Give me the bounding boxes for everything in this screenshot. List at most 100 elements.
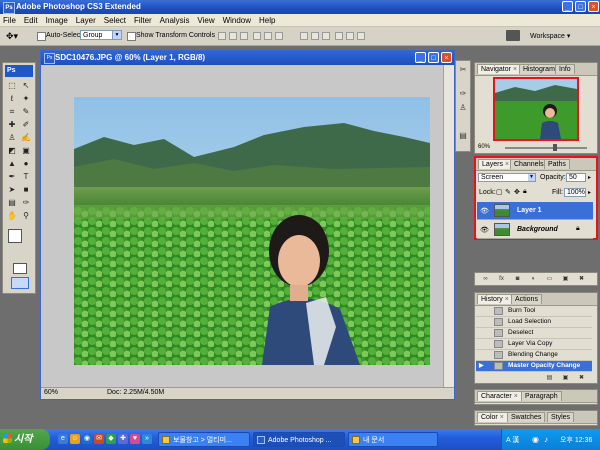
history-item[interactable]: Load Selection [476, 317, 592, 328]
magic-wand-icon[interactable]: ✦ [20, 93, 32, 104]
layer-mask-icon[interactable]: ◙ [513, 275, 522, 283]
adjustment-layer-icon[interactable]: ◐ [529, 275, 538, 283]
screen-mode-icon[interactable] [11, 277, 29, 289]
layer-row-background[interactable]: 👁︎ Background 🔒︎ [477, 221, 593, 239]
quicklaunch-app-icon[interactable]: ✉ [94, 434, 104, 444]
layer-row-layer-1[interactable]: 👁︎ Layer 1 [477, 202, 593, 220]
healing-brush-icon[interactable]: ✚ [6, 119, 18, 130]
align-bottom-icon[interactable] [240, 32, 248, 40]
history-item[interactable]: Blending Change [476, 350, 592, 361]
crop-tool-icon[interactable]: ⌗ [6, 106, 18, 117]
move-tool-icon[interactable]: ✥▾ [6, 31, 18, 42]
eyedropper-icon[interactable]: ✑ [20, 197, 32, 208]
taskbar-item-photoshop[interactable]: Adobe Photoshop ... [253, 432, 345, 447]
navigator-zoom-slider[interactable] [505, 147, 587, 149]
ime-language-indicator[interactable]: A 漢 [506, 435, 519, 445]
image-canvas[interactable] [74, 97, 430, 365]
tab-layers[interactable]: Layers × [478, 159, 514, 169]
brushes-icon[interactable]: ✂ [458, 65, 468, 75]
opacity-slider-icon[interactable]: ▸ [588, 174, 591, 181]
layer-style-icon[interactable]: fx [497, 275, 506, 283]
distribute-bottom-icon[interactable] [322, 32, 330, 40]
menu-layer[interactable]: Layer [73, 14, 99, 25]
foreground-color-swatch[interactable] [8, 229, 22, 243]
hand-tool-icon[interactable]: ✋ [6, 210, 18, 221]
lock-pixels-icon[interactable]: ✎ [505, 188, 511, 196]
layer-comps-icon[interactable]: ▤ [458, 131, 468, 141]
taskbar-item-documents[interactable]: 내 문서 [348, 432, 438, 447]
move-tool-icon[interactable]: ↖ [20, 80, 32, 91]
marquee-tool-icon[interactable]: ⬚ [6, 80, 18, 91]
new-layer-icon[interactable]: ▣ [561, 275, 570, 283]
shape-tool-icon[interactable]: ■ [20, 184, 32, 195]
eye-icon[interactable]: 👁︎ [480, 226, 489, 234]
tab-styles[interactable]: Styles [547, 412, 575, 422]
quicklaunch-app-icon[interactable]: ◆ [106, 434, 116, 444]
menu-edit[interactable]: Edit [21, 14, 41, 25]
history-brush-icon[interactable]: ✍ [20, 132, 32, 143]
fill-input[interactable]: 100% [564, 188, 586, 197]
clone-source-icon[interactable]: ♙ [458, 103, 468, 113]
new-group-icon[interactable]: ▭ [545, 275, 554, 283]
history-item[interactable]: Burn Tool [476, 306, 592, 317]
document-scrollbar[interactable] [443, 65, 454, 391]
tray-icon[interactable]: ◉ [532, 435, 539, 444]
align-hcenter-icon[interactable] [264, 32, 272, 40]
quicklaunch-media-icon[interactable]: ◉ [82, 434, 92, 444]
align-vcenter-icon[interactable] [229, 32, 237, 40]
dodge-tool-icon[interactable]: ● [20, 158, 32, 169]
link-layers-icon[interactable]: ∞ [481, 275, 490, 283]
navigator-thumbnail[interactable] [493, 77, 579, 141]
doc-close-button[interactable]: × [441, 52, 452, 63]
quick-mask-icon[interactable] [13, 263, 27, 274]
fill-slider-icon[interactable]: ▸ [588, 189, 591, 196]
distribute-right-icon[interactable] [357, 32, 365, 40]
align-right-icon[interactable] [275, 32, 283, 40]
eraser-tool-icon[interactable]: ◩ [6, 145, 18, 156]
distribute-vcenter-icon[interactable] [311, 32, 319, 40]
tool-presets-icon[interactable]: ✑ [458, 89, 468, 99]
auto-select-checkbox[interactable] [37, 32, 46, 41]
tab-paths[interactable]: Paths [544, 159, 570, 169]
tab-actions[interactable]: Actions [511, 294, 542, 304]
workspace-menu[interactable]: Workspace ▾ [530, 32, 570, 40]
lock-all-icon[interactable]: 🔒︎ [523, 188, 527, 196]
menu-select[interactable]: Select [101, 14, 129, 25]
quicklaunch-app-icon[interactable]: ♥ [130, 434, 140, 444]
tab-color[interactable]: Color × [477, 412, 508, 422]
lock-position-icon[interactable]: ✥ [514, 188, 520, 196]
menu-image[interactable]: Image [43, 14, 71, 25]
new-snapshot-icon[interactable]: ▣ [561, 374, 570, 382]
align-left-icon[interactable] [253, 32, 261, 40]
menu-view[interactable]: View [194, 14, 217, 25]
lock-transparency-icon[interactable]: ▢ [496, 188, 503, 196]
quicklaunch-app-icon[interactable]: » [142, 434, 152, 444]
clone-stamp-icon[interactable]: ♙ [6, 132, 18, 143]
tab-character[interactable]: Character × [477, 391, 522, 401]
maximize-button[interactable]: □ [575, 1, 586, 12]
zoom-slider-handle[interactable] [553, 144, 557, 151]
blend-mode-dropdown[interactable]: Screen ▼ [478, 173, 536, 182]
distribute-top-icon[interactable] [300, 32, 308, 40]
tab-navigator[interactable]: Navigator × [477, 64, 522, 74]
type-tool-icon[interactable]: T [20, 171, 32, 182]
menu-filter[interactable]: Filter [131, 14, 155, 25]
taskbar-item-folder[interactable]: 보물창고 > 멀티미... [158, 432, 250, 447]
opacity-input[interactable]: 50 [566, 173, 586, 182]
start-button[interactable]: 시작 [0, 429, 50, 450]
eye-icon[interactable]: 👁︎ [480, 207, 489, 215]
volume-icon[interactable]: ♪ [544, 435, 548, 444]
brush-tool-icon[interactable]: ✐ [20, 119, 32, 130]
quicklaunch-ie-icon[interactable]: e [58, 434, 68, 444]
tab-paragraph[interactable]: Paragraph [521, 391, 562, 401]
doc-maximize-button[interactable]: □ [428, 52, 439, 63]
auto-select-dropdown[interactable]: Group ▼ [80, 30, 122, 40]
minimize-button[interactable]: _ [562, 1, 573, 12]
history-item[interactable]: Layer Via Copy [476, 339, 592, 350]
delete-state-icon[interactable]: ✖ [577, 374, 586, 382]
tab-histogram[interactable]: Histogram [519, 64, 559, 74]
tab-channels[interactable]: Channels [510, 159, 548, 169]
zoom-tool-icon[interactable]: ⚲ [20, 210, 32, 221]
blur-tool-icon[interactable]: ▲ [6, 158, 18, 169]
show-transform-checkbox[interactable] [127, 32, 136, 41]
